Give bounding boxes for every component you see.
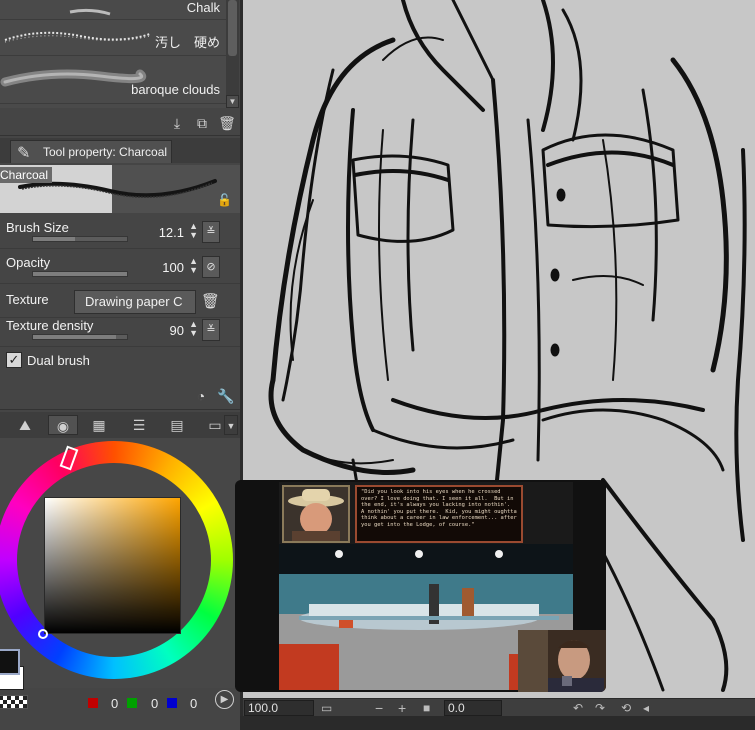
trash-icon[interactable]: 🗑 [201, 292, 220, 310]
red-swatch [88, 698, 98, 708]
wrench-icon[interactable]: 🔧 [217, 387, 235, 405]
scrollbar-thumb[interactable] [228, 0, 237, 56]
color-wheel-panel [0, 438, 240, 688]
spinner-icon[interactable]: ▲ ▼ [189, 320, 198, 338]
opacity-slider[interactable] [32, 271, 128, 277]
reset-icon[interactable]: ◔ [192, 387, 210, 405]
import-icon[interactable]: ⤓ [168, 114, 186, 132]
texture-density-slider[interactable] [32, 334, 128, 340]
canvas-status-bar: 100.0 ▭ − + ■ 0.0 ↶ ↷ ⟲ ◂ [243, 698, 755, 716]
window-bottom-edge [240, 716, 755, 730]
prop-opacity: Opacity 100 ▲ ▼ ⊘ [0, 251, 240, 284]
brush-preview: Charcoal 🔓 [0, 165, 240, 213]
zoom-field[interactable]: 100.0 [244, 700, 314, 716]
dialog-text-box: "Did you look into his eyes when he cros… [355, 485, 523, 543]
rotate-left-icon[interactable]: ↶ [573, 699, 583, 717]
green-value[interactable]: 0 [151, 696, 158, 711]
spinner-icon[interactable]: ▲ ▼ [189, 222, 198, 240]
saturation-value-square[interactable] [44, 497, 181, 634]
prop-dual-brush: ✓ Dual brush [0, 346, 240, 379]
brush-list: Chalk 汚し 硬め baroque clouds [0, 0, 226, 108]
tab-label: Tool property: Charcoal [43, 145, 168, 159]
transparent-color-swatch[interactable] [0, 695, 28, 709]
dual-brush-checkbox[interactable]: ✓ [6, 352, 22, 368]
tab-tool-property[interactable]: ✎ Tool property: Charcoal [10, 140, 172, 163]
reset-rotation-icon[interactable]: ⟲ [621, 699, 631, 717]
character-portrait [282, 485, 350, 543]
preset-name: Charcoal [0, 167, 53, 183]
brush-name: baroque clouds [131, 82, 220, 97]
color-cursor[interactable] [38, 629, 48, 639]
brush-stroke-preview [69, 8, 111, 16]
prop-label: Dual brush [27, 353, 90, 368]
texture-select-button[interactable]: Drawing paper C [74, 290, 196, 314]
play-icon[interactable]: ▶ [215, 690, 234, 709]
brush-list-scrollbar[interactable]: ▼ [226, 0, 239, 108]
cowboy-portrait-image [284, 487, 348, 541]
brush-name: Chalk [186, 0, 220, 15]
blue-value[interactable]: 0 [190, 696, 197, 711]
prop-label: Brush Size [6, 220, 69, 235]
webcam-feed [518, 630, 606, 692]
tool-property-footer: ◔ 🔧 [0, 382, 240, 410]
zoom-out-icon[interactable]: − [375, 699, 383, 717]
rotation-field[interactable]: 0.0 [444, 700, 502, 716]
flip-icon[interactable]: ◂ [643, 699, 649, 717]
duplicate-icon[interactable]: ⧉ [193, 114, 211, 132]
density-settings-button[interactable]: ≚ [202, 319, 220, 341]
brush-item-baroque-clouds[interactable]: baroque clouds [0, 56, 226, 104]
brush-name: 汚し 硬め [154, 35, 220, 50]
opacity-settings-button[interactable]: ⊘ [202, 256, 220, 278]
pressure-settings-button[interactable]: ≚ [202, 221, 220, 243]
brush-stroke-preview [4, 31, 151, 43]
prop-texture: Texture Drawing paper C 🗑 [0, 284, 240, 318]
brush-size-slider[interactable] [32, 236, 128, 242]
delete-icon[interactable]: 🗑 [218, 114, 236, 132]
scroll-down-icon[interactable]: ▼ [226, 95, 239, 108]
prop-label: Texture [6, 292, 49, 307]
tab-color-circle-icon[interactable]: ◉ [48, 415, 78, 435]
prop-texture-density: Texture density 90 ▲ ▼ ≚ [0, 314, 240, 347]
red-value[interactable]: 0 [111, 696, 118, 711]
brush-size-value[interactable]: 12.1 [159, 225, 184, 240]
blue-swatch [167, 698, 177, 708]
lock-icon[interactable]: 🔓 [217, 193, 232, 207]
texture-density-value[interactable]: 90 [170, 323, 184, 338]
brush-list-toolbar: ⤓ ⧉ 🗑 [0, 110, 240, 136]
color-tabbar: ⛰ ◉ ▦ ☰ ▤ ▭ ▼ [0, 412, 240, 438]
brush-item-chalk[interactable]: Chalk [0, 0, 226, 20]
spinner-icon[interactable]: ▲ ▼ [189, 257, 198, 275]
zoom-in-icon[interactable]: + [398, 699, 406, 717]
green-swatch [127, 698, 137, 708]
webcam-person-image [518, 630, 606, 692]
tab-color-wheel-mountain-icon[interactable]: ⛰ [10, 415, 40, 435]
tab-history-icon[interactable]: ▤ [162, 415, 192, 435]
video-overlay[interactable]: "Did you look into his eyes when he cros… [235, 480, 606, 692]
prop-label: Texture density [6, 318, 94, 333]
opacity-value[interactable]: 100 [162, 260, 184, 275]
prop-label: Opacity [6, 255, 51, 270]
zoom-dropdown-icon[interactable]: ▭ [321, 699, 332, 717]
prop-brush-size: Brush Size 12.1 ▲ ▼ ≚ [0, 216, 240, 249]
chevron-down-icon[interactable]: ▼ [224, 415, 238, 435]
left-panel: Chalk 汚し 硬め baroque clouds ▼ ⤓ ⧉ 🗑 ✎ Too [0, 0, 240, 730]
brush-item-dirty-hard[interactable]: 汚し 硬め [0, 20, 226, 56]
tool-property-tabbar: ✎ Tool property: Charcoal [0, 138, 240, 163]
fit-icon[interactable]: ■ [423, 699, 430, 717]
tab-color-set-icon[interactable]: ▦ [84, 415, 114, 435]
tab-sliders-icon[interactable]: ☰ [124, 415, 154, 435]
rotate-right-icon[interactable]: ↷ [595, 699, 605, 717]
foreground-color-swatch[interactable] [0, 649, 20, 675]
brush-settings-icon: ✎ [17, 145, 31, 162]
